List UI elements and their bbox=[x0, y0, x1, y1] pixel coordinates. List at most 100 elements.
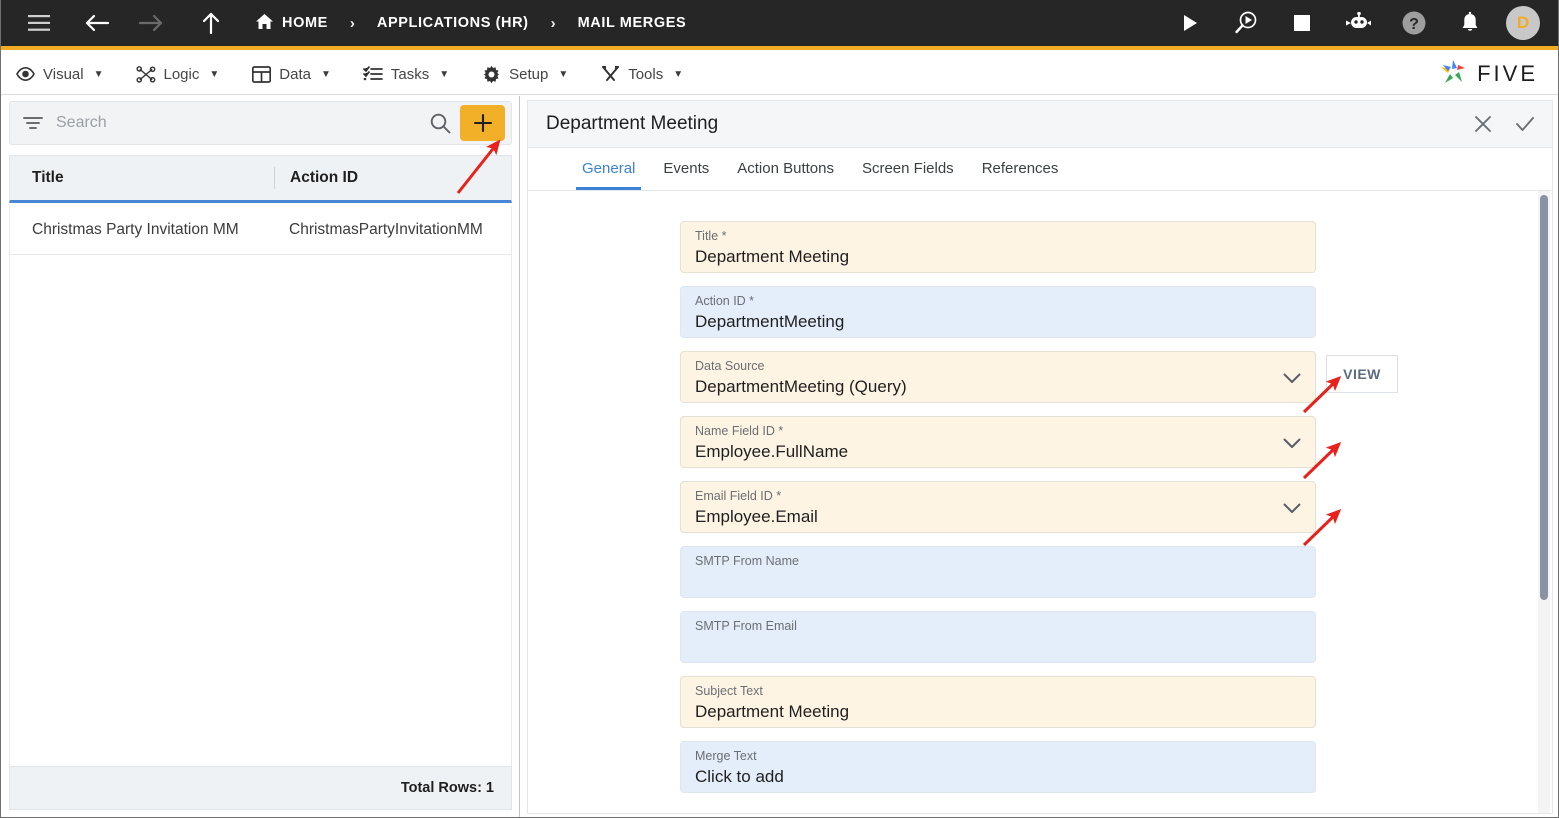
up-arrow-icon[interactable] bbox=[191, 3, 231, 43]
menu-label-logic: Logic bbox=[163, 65, 200, 83]
chevron-down-icon: ▼ bbox=[439, 68, 450, 80]
tab-references-label: References bbox=[981, 160, 1059, 177]
tab-screen-fields[interactable]: Screen Fields bbox=[848, 147, 968, 190]
field-data-source[interactable]: Data Source DepartmentMeeting (Query) bbox=[680, 351, 1316, 403]
menu-item-visual[interactable]: Visual ▼ bbox=[1, 54, 122, 95]
hamburger-menu-icon[interactable] bbox=[19, 3, 59, 43]
application-menu-bar: Visual ▼ Logic ▼ Data ▼ Tasks ▼ Setup ▼ … bbox=[1, 54, 1558, 95]
five-pinwheel-icon bbox=[1437, 57, 1469, 92]
total-rows-label: Total Rows: 1 bbox=[400, 780, 494, 796]
menu-item-data[interactable]: Data ▼ bbox=[237, 54, 349, 95]
close-icon[interactable] bbox=[1468, 109, 1498, 139]
column-header-action-id-label: Action ID bbox=[290, 169, 359, 186]
chevron-down-icon: ▼ bbox=[320, 68, 331, 80]
field-row-smtp-from-name: SMTP From Name bbox=[680, 546, 1400, 598]
form-fields-container: Title * Department Meeting Action ID * D… bbox=[528, 191, 1552, 793]
user-avatar[interactable]: D bbox=[1506, 6, 1540, 40]
field-row-name-field-id: Name Field ID * Employee.FullName bbox=[680, 416, 1400, 468]
brand-name: FIVE bbox=[1477, 61, 1538, 86]
field-value-data-source: DepartmentMeeting (Query) bbox=[695, 377, 907, 396]
search-icon[interactable] bbox=[420, 113, 460, 134]
tab-events-label: Events bbox=[663, 160, 710, 177]
field-label-smtp-from-name: SMTP From Name bbox=[695, 554, 799, 568]
debug-icon[interactable] bbox=[1226, 3, 1266, 43]
field-email-field-id[interactable]: Email Field ID * Employee.Email bbox=[680, 481, 1316, 533]
tab-action-buttons-label: Action Buttons bbox=[737, 160, 834, 177]
home-icon bbox=[255, 13, 274, 34]
tab-references[interactable]: References bbox=[968, 147, 1073, 190]
field-merge-text[interactable]: Merge Text Click to add bbox=[680, 741, 1316, 793]
search-input[interactable] bbox=[50, 114, 420, 132]
breadcrumb-label-mail-merges: MAIL MERGES bbox=[577, 15, 687, 31]
menu-item-tasks[interactable]: Tasks ▼ bbox=[349, 54, 467, 95]
form-scrollbar-thumb[interactable] bbox=[1540, 195, 1548, 600]
menu-label-tools: Tools bbox=[628, 65, 664, 83]
breadcrumb-label-home: HOME bbox=[282, 15, 328, 31]
view-data-source-button[interactable]: VIEW bbox=[1326, 355, 1398, 393]
field-label-action-id: Action ID * bbox=[695, 294, 755, 308]
field-value-merge-text: Click to add bbox=[695, 767, 784, 786]
tab-action-buttons[interactable]: Action Buttons bbox=[723, 147, 848, 190]
stop-icon[interactable] bbox=[1282, 3, 1322, 43]
field-row-action-id: Action ID * DepartmentMeeting bbox=[680, 286, 1400, 338]
left-list-panel: Title Action ID Christmas Party Invitati… bbox=[1, 96, 520, 817]
forward-arrow-icon[interactable] bbox=[131, 3, 171, 43]
column-header-title-label: Title bbox=[32, 169, 64, 186]
tab-events[interactable]: Events bbox=[649, 147, 723, 190]
filter-icon[interactable] bbox=[16, 116, 50, 130]
menu-item-tools[interactable]: Tools ▼ bbox=[586, 54, 701, 95]
svg-text:?: ? bbox=[1409, 16, 1419, 33]
cell-title: Christmas Party Invitation MM bbox=[32, 221, 239, 238]
field-action-id[interactable]: Action ID * DepartmentMeeting bbox=[680, 286, 1316, 338]
checklist-icon bbox=[363, 64, 383, 84]
breadcrumb-item-home[interactable]: HOME bbox=[249, 13, 334, 34]
field-smtp-from-name[interactable]: SMTP From Name bbox=[680, 546, 1316, 598]
logic-nodes-icon bbox=[135, 64, 156, 84]
gear-icon bbox=[481, 64, 501, 84]
list-table-header: Title Action ID bbox=[9, 155, 512, 203]
field-name-field-id[interactable]: Name Field ID * Employee.FullName bbox=[680, 416, 1316, 468]
table-row[interactable]: Christmas Party Invitation MM ChristmasP… bbox=[9, 206, 512, 255]
menu-label-visual: Visual bbox=[43, 65, 84, 83]
field-row-merge-text: Merge Text Click to add bbox=[680, 741, 1400, 793]
column-header-action-id[interactable]: Action ID bbox=[274, 167, 358, 189]
tab-screen-fields-label: Screen Fields bbox=[861, 160, 954, 177]
detail-panel: Department Meeting General Events Action… bbox=[521, 96, 1558, 817]
field-label-merge-text: Merge Text bbox=[695, 749, 757, 763]
field-smtp-from-email[interactable]: SMTP From Email bbox=[680, 611, 1316, 663]
table-grid-icon bbox=[251, 64, 271, 84]
tab-general-label: General bbox=[582, 160, 636, 177]
notifications-bell-icon[interactable] bbox=[1450, 3, 1490, 43]
confirm-check-icon[interactable] bbox=[1510, 109, 1540, 139]
field-value-name-field-id: Employee.FullName bbox=[695, 442, 849, 461]
breadcrumb-item-applications[interactable]: APPLICATIONS (HR) bbox=[371, 15, 535, 31]
breadcrumb-separator-2: › bbox=[550, 14, 556, 32]
list-body bbox=[9, 255, 512, 767]
field-label-subject-text: Subject Text bbox=[695, 684, 763, 698]
general-form: Title * Department Meeting Action ID * D… bbox=[527, 191, 1553, 814]
back-arrow-icon[interactable] bbox=[77, 3, 117, 43]
topbar-left-group: HOME › APPLICATIONS (HR) › MAIL MERGES bbox=[1, 3, 692, 43]
chevron-down-icon: ▼ bbox=[93, 68, 104, 80]
field-value-subject-text: Department Meeting bbox=[695, 702, 850, 721]
tab-general[interactable]: General bbox=[568, 147, 649, 190]
breadcrumb-item-mail-merges[interactable]: MAIL MERGES bbox=[572, 15, 693, 31]
form-scrollbar-track[interactable] bbox=[1538, 191, 1550, 813]
field-row-title: Title * Department Meeting bbox=[680, 221, 1400, 273]
menu-item-setup[interactable]: Setup ▼ bbox=[467, 54, 586, 95]
field-subject-text[interactable]: Subject Text Department Meeting bbox=[680, 676, 1316, 728]
column-header-title[interactable]: Title bbox=[10, 156, 274, 200]
menu-item-logic[interactable]: Logic ▼ bbox=[122, 54, 238, 95]
run-play-icon[interactable] bbox=[1170, 3, 1210, 43]
field-title[interactable]: Title * Department Meeting bbox=[680, 221, 1316, 273]
field-label-title: Title * bbox=[695, 229, 727, 243]
field-row-data-source: Data Source DepartmentMeeting (Query) VI… bbox=[680, 351, 1400, 403]
add-record-button[interactable] bbox=[460, 105, 505, 141]
detail-tabs: General Events Action Buttons Screen Fie… bbox=[527, 148, 1553, 191]
field-value-action-id: DepartmentMeeting bbox=[695, 312, 845, 331]
ai-robot-icon[interactable] bbox=[1338, 3, 1378, 43]
help-icon[interactable]: ? bbox=[1394, 3, 1434, 43]
search-bar bbox=[9, 101, 512, 145]
field-row-subject-text: Subject Text Department Meeting bbox=[680, 676, 1400, 728]
field-row-smtp-from-email: SMTP From Email bbox=[680, 611, 1400, 663]
